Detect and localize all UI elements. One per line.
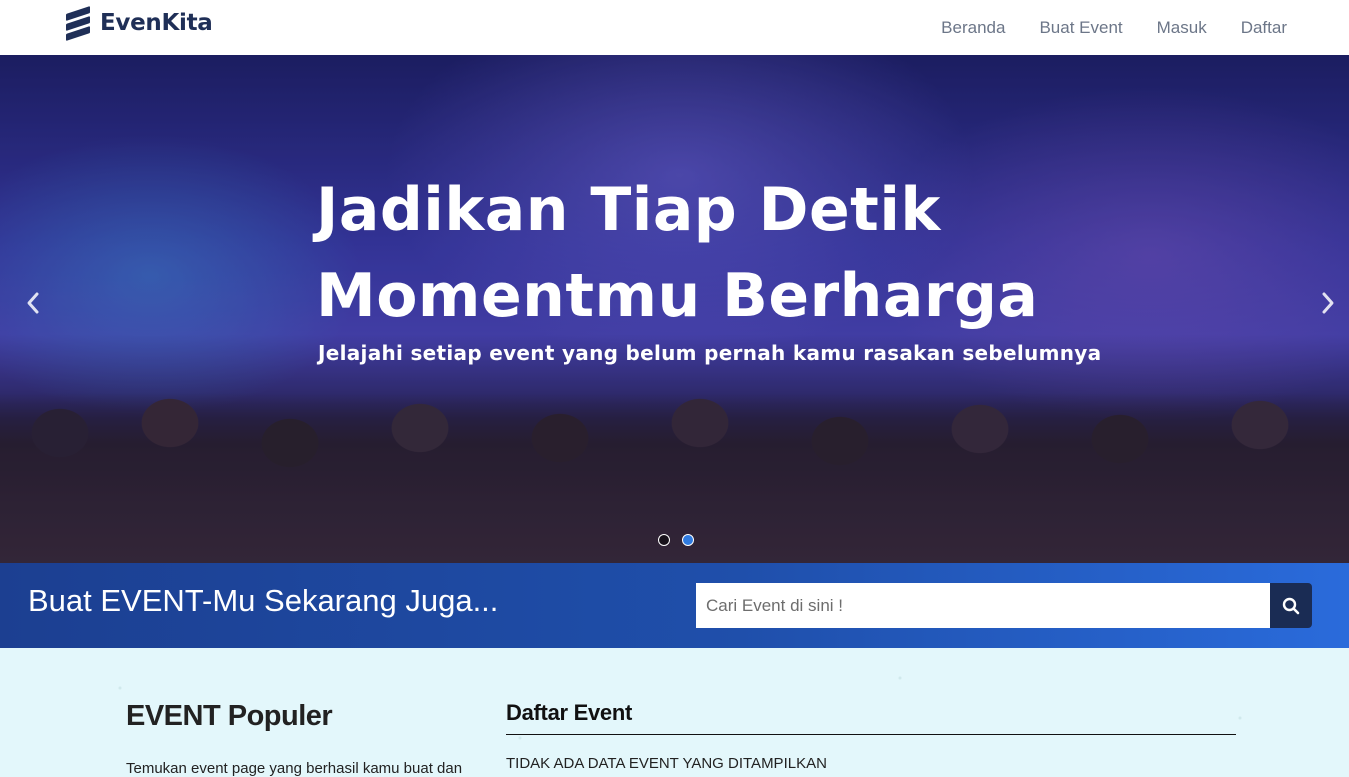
empty-state-message: TIDAK ADA DATA EVENT YANG DITAMPILKAN [506,755,827,772]
search-button[interactable] [1270,583,1312,628]
search-input[interactable] [696,583,1270,628]
nav-item-masuk[interactable]: Masuk [1157,18,1207,38]
nav-item-beranda[interactable]: Beranda [941,18,1005,38]
chevron-right-icon [1322,292,1334,314]
populer-title: EVENT Populer [126,700,333,732]
cta-search-bar: Buat EVENT-Mu Sekarang Juga... [0,563,1349,648]
navbar: EvenKita Beranda Buat Event Masuk Daftar [0,0,1349,55]
carousel-prev-button[interactable] [18,285,48,321]
cta-heading: Buat EVENT-Mu Sekarang Juga... [28,583,499,618]
carousel-dot-2[interactable] [682,534,694,546]
carousel-indicators [658,534,694,546]
hero-title: Jadikan Tiap Detik Momentmu Berharga [316,167,1076,339]
chevron-left-icon [27,292,39,314]
hero-title-line1: Jadikan Tiap Detik [316,175,941,245]
populer-description: Temukan event page yang berhasil kamu bu… [126,760,463,777]
search-icon [1282,597,1300,614]
hero-carousel: Jadikan Tiap Detik Momentmu Berharga Jel… [0,55,1349,563]
carousel-dot-1[interactable] [658,534,670,546]
nav-item-daftar[interactable]: Daftar [1241,18,1287,38]
nav-item-buat-event[interactable]: Buat Event [1039,18,1122,38]
main-content: EVENT Populer Temukan event page yang be… [0,648,1349,777]
carousel-next-button[interactable] [1313,285,1343,321]
main-nav: Beranda Buat Event Masuk Daftar [941,0,1287,55]
hero-title-line2: Momentmu Berharga [316,261,1039,331]
hero-subtitle: Jelajahi setiap event yang belum pernah … [318,341,1102,365]
search-form [696,583,1312,628]
daftar-event-title: Daftar Event [506,700,632,725]
logo-mark-icon [64,6,92,41]
brand-logo[interactable]: EvenKita [64,6,213,41]
brand-name: EvenKita [100,10,213,36]
daftar-divider [506,734,1236,735]
